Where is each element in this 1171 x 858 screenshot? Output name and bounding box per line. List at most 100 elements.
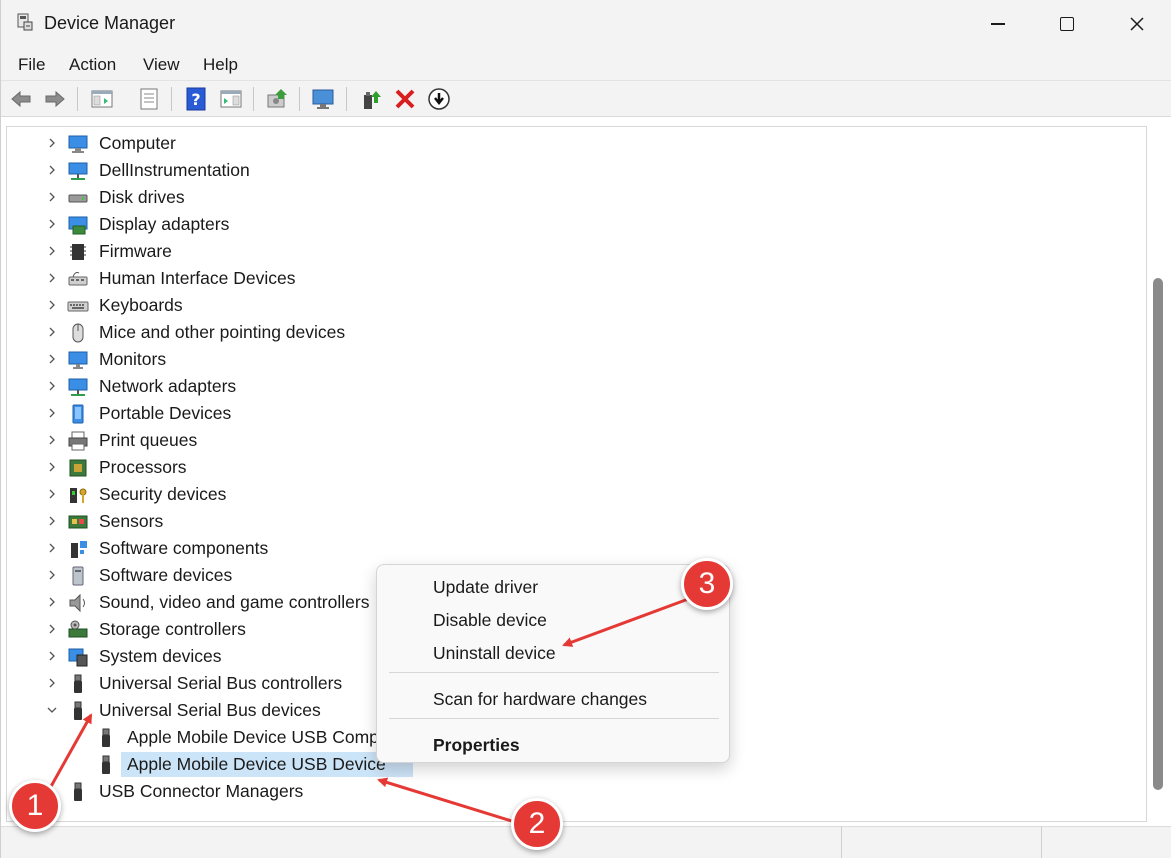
hid-icon: [68, 272, 88, 286]
tree-category[interactable]: Disk drives: [7, 184, 707, 211]
tree-item-label: Software components: [99, 538, 269, 558]
usb-plug-icon: [74, 782, 82, 801]
menu-scan-hardware[interactable]: Scan for hardware changes: [433, 689, 647, 710]
software-component-icon: [71, 541, 87, 558]
menu-update-driver[interactable]: Update driver: [433, 577, 538, 598]
minimize-button[interactable]: [963, 0, 1033, 48]
monitor-icon: [68, 351, 88, 369]
tree-item-label: Sensors: [99, 511, 164, 531]
scan-hardware-icon[interactable]: [265, 87, 289, 111]
tree-item-label: System devices: [99, 646, 222, 666]
chevron-right-icon[interactable]: [45, 514, 59, 528]
status-divider: [1041, 826, 1042, 858]
title-bar: Device Manager: [1, 0, 1171, 48]
menu-uninstall-device[interactable]: Uninstall device: [433, 643, 556, 664]
chevron-right-icon[interactable]: [45, 676, 59, 690]
tree-category[interactable]: Portable Devices: [7, 400, 707, 427]
chevron-right-icon[interactable]: [45, 379, 59, 393]
chevron-right-icon[interactable]: [45, 325, 59, 339]
keyboard-icon: [67, 301, 89, 312]
chip-icon: [70, 244, 86, 260]
chevron-right-icon[interactable]: [45, 352, 59, 366]
status-bar: [1, 826, 1171, 858]
chevron-right-icon[interactable]: [45, 541, 59, 555]
chevron-right-icon[interactable]: [45, 298, 59, 312]
tree-category[interactable]: Display adapters: [7, 211, 707, 238]
chevron-right-icon[interactable]: [45, 595, 59, 609]
toolbar-separator: [253, 87, 254, 111]
close-button[interactable]: [1102, 0, 1171, 48]
storage-controller-icon: [68, 620, 88, 638]
tree-item-label: Security devices: [99, 484, 227, 504]
chevron-right-icon[interactable]: [45, 217, 59, 231]
tree-item-label: Display adapters: [99, 214, 230, 234]
tree-category[interactable]: Computer: [7, 130, 707, 157]
tree-category[interactable]: Software components: [7, 535, 707, 562]
network-monitor-icon: [68, 162, 88, 180]
update-driver-icon[interactable]: [359, 87, 383, 111]
tree-item-label: Apple Mobile Device USB Device: [127, 754, 386, 774]
printer-icon: [68, 431, 88, 451]
tree-category[interactable]: Mice and other pointing devices: [7, 319, 707, 346]
chevron-right-icon[interactable]: [45, 487, 59, 501]
tree-category[interactable]: Sensors: [7, 508, 707, 535]
chevron-right-icon[interactable]: [45, 271, 59, 285]
download-icon[interactable]: [427, 87, 451, 111]
menu-action[interactable]: Action: [69, 55, 116, 75]
tree-item-label: Network adapters: [99, 376, 237, 396]
tree-item-label: DellInstrumentation: [99, 160, 250, 180]
monitor-icon[interactable]: [311, 87, 335, 111]
toolbar: ?: [1, 81, 1171, 117]
forward-arrow-icon[interactable]: [43, 87, 67, 111]
show-hide-console-tree-icon[interactable]: [90, 87, 114, 111]
tree-category[interactable]: Print queues: [7, 427, 707, 454]
display-adapter-icon: [68, 216, 88, 235]
system-device-icon: [68, 648, 88, 667]
menu-disable-device[interactable]: Disable device: [433, 610, 547, 631]
scrollbar-thumb[interactable]: [1153, 278, 1163, 790]
properties-sheet-icon[interactable]: [137, 87, 161, 111]
annotation-badge-1: 1: [9, 780, 61, 832]
maximize-icon: [1060, 17, 1074, 31]
chevron-right-icon[interactable]: [45, 244, 59, 258]
action-pane-icon[interactable]: [219, 87, 243, 111]
sensor-icon: [68, 515, 88, 529]
menu-properties[interactable]: Properties: [433, 735, 520, 756]
tree-category[interactable]: Human Interface Devices: [7, 265, 707, 292]
tree-category[interactable]: Firmware: [7, 238, 707, 265]
chevron-right-icon[interactable]: [45, 622, 59, 636]
chevron-down-icon[interactable]: [45, 703, 59, 717]
tree-item-label: Sound, video and game controllers: [99, 592, 370, 612]
chevron-right-icon[interactable]: [45, 568, 59, 582]
chevron-right-icon[interactable]: [45, 190, 59, 204]
menu-view[interactable]: View: [143, 55, 180, 75]
window-title: Device Manager: [44, 13, 176, 33]
tree-category[interactable]: USB Connector Managers: [7, 778, 707, 805]
chevron-right-icon[interactable]: [45, 163, 59, 177]
security-key-icon: [70, 488, 87, 503]
chevron-right-icon[interactable]: [45, 433, 59, 447]
usb-plug-icon: [102, 755, 110, 774]
menu-help[interactable]: Help: [203, 55, 238, 75]
tree-item-label: Storage controllers: [99, 619, 246, 639]
tree-item-label: Mice and other pointing devices: [99, 322, 346, 342]
chevron-right-icon[interactable]: [45, 136, 59, 150]
back-arrow-icon[interactable]: [9, 87, 33, 111]
tree-category[interactable]: DellInstrumentation: [7, 157, 707, 184]
tree-category[interactable]: Network adapters: [7, 373, 707, 400]
tree-category[interactable]: Monitors: [7, 346, 707, 373]
chevron-right-icon[interactable]: [45, 460, 59, 474]
tree-item-label: Processors: [99, 457, 187, 477]
tree-category[interactable]: Processors: [7, 454, 707, 481]
toolbar-separator: [171, 87, 172, 111]
chevron-right-icon[interactable]: [45, 649, 59, 663]
tree-category[interactable]: Keyboards: [7, 292, 707, 319]
tree-category[interactable]: Security devices: [7, 481, 707, 508]
annotation-badge-2: 2: [511, 798, 563, 850]
menu-separator: [389, 718, 719, 719]
maximize-button[interactable]: [1032, 0, 1102, 48]
menu-file[interactable]: File: [18, 55, 45, 75]
uninstall-icon[interactable]: [393, 87, 417, 111]
chevron-right-icon[interactable]: [45, 406, 59, 420]
help-icon[interactable]: ?: [184, 87, 208, 111]
